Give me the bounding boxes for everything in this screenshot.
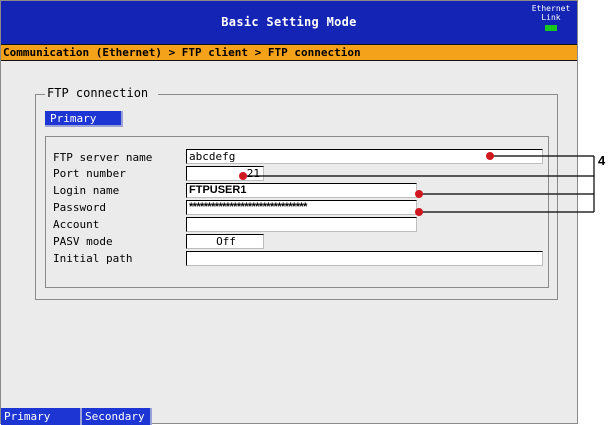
login-name-field[interactable]: FTPUSER1 — [186, 183, 417, 198]
ftp-server-name-label: FTP server name — [53, 151, 153, 164]
ethernet-label: Ethernet — [531, 4, 571, 13]
password-field[interactable]: ******************************** — [186, 200, 417, 215]
tab-primary[interactable]: Primary — [45, 111, 123, 127]
pasv-mode-field[interactable]: Off — [186, 234, 264, 249]
title-bar: Basic Setting Mode Ethernet Link — [1, 1, 577, 44]
account-field[interactable] — [186, 217, 417, 232]
group-title: FTP connection — [45, 86, 159, 100]
account-label: Account — [53, 218, 100, 231]
bottom-tab-secondary[interactable]: Secondary — [82, 408, 152, 425]
link-label: Link — [541, 13, 561, 22]
port-number-field[interactable]: 21 — [186, 166, 264, 181]
initial-path-label: Initial path — [53, 252, 133, 265]
ftp-server-name-field[interactable]: abcdefg — [186, 149, 543, 164]
callout-number: 4 — [598, 153, 606, 168]
initial-path-field[interactable] — [186, 251, 543, 266]
password-label: Password — [53, 201, 106, 214]
login-name-label: Login name — [53, 184, 120, 197]
pasv-mode-label: PASV mode — [53, 235, 113, 248]
page-title: Basic Setting Mode — [221, 15, 357, 29]
breadcrumb: Communication (Ethernet) > FTP client > … — [1, 44, 577, 61]
port-number-label: Port number — [53, 167, 126, 180]
ethernet-status: Ethernet Link — [531, 4, 571, 31]
bottom-tab-primary[interactable]: Primary — [1, 408, 82, 425]
settings-screen: Basic Setting Mode Ethernet Link Communi… — [0, 0, 578, 425]
link-led-icon — [545, 25, 557, 31]
